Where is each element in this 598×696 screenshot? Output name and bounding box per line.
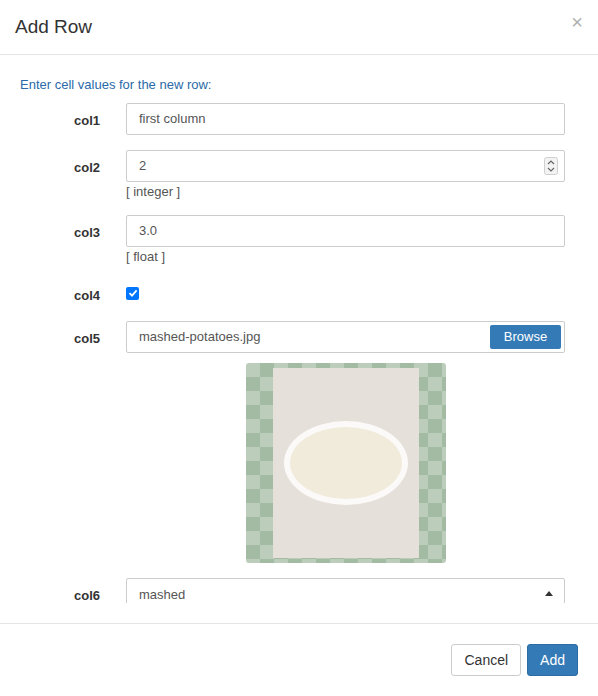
intro-text: Enter cell values for the new row: — [20, 76, 565, 94]
image-preview — [246, 363, 446, 563]
field-label: col5 — [20, 321, 126, 563]
dialog-footer: CancelAdd — [0, 623, 598, 696]
spinner-icon[interactable] — [544, 157, 558, 175]
field-row: col22[ integer ] — [20, 150, 565, 201]
dialog-header: Add Row × — [0, 0, 598, 55]
dialog-body: Enter cell values for the new row: col1fi… — [0, 55, 598, 603]
field-label: col2 — [20, 150, 126, 201]
field-label: col6 — [20, 578, 126, 603]
field-row: col33.0[ float ] — [20, 215, 565, 266]
file-input[interactable]: mashed-potatoes.jpgBrowse — [126, 321, 565, 353]
field-label: col3 — [20, 215, 126, 266]
add-button[interactable]: Add — [527, 644, 578, 676]
add-row-dialog: Add Row × Enter cell values for the new ro… — [0, 0, 598, 696]
field-hint: [ float ] — [126, 248, 565, 266]
check-icon — [128, 288, 138, 298]
dialog-title: Add Row — [15, 13, 92, 42]
field-hint: [ integer ] — [126, 183, 565, 201]
field-row: col5mashed-potatoes.jpgBrowse — [20, 321, 565, 563]
select[interactable]: mashed — [126, 578, 565, 603]
checkbox[interactable] — [126, 287, 139, 300]
field-label: col1 — [20, 103, 126, 135]
cancel-button[interactable]: Cancel — [451, 644, 521, 676]
browse-button[interactable]: Browse — [490, 325, 561, 349]
field-row: col4 — [20, 280, 565, 306]
caret-up-icon — [544, 589, 554, 597]
field-row: col6mashed — [20, 578, 565, 603]
number-input[interactable]: 2 — [126, 150, 565, 182]
text-input[interactable]: 3.0 — [126, 215, 565, 247]
photo — [273, 368, 419, 558]
field-row: col1first column — [20, 103, 565, 135]
close-button[interactable]: × — [571, 12, 583, 32]
field-label: col4 — [20, 280, 126, 306]
text-input[interactable]: first column — [126, 103, 565, 135]
